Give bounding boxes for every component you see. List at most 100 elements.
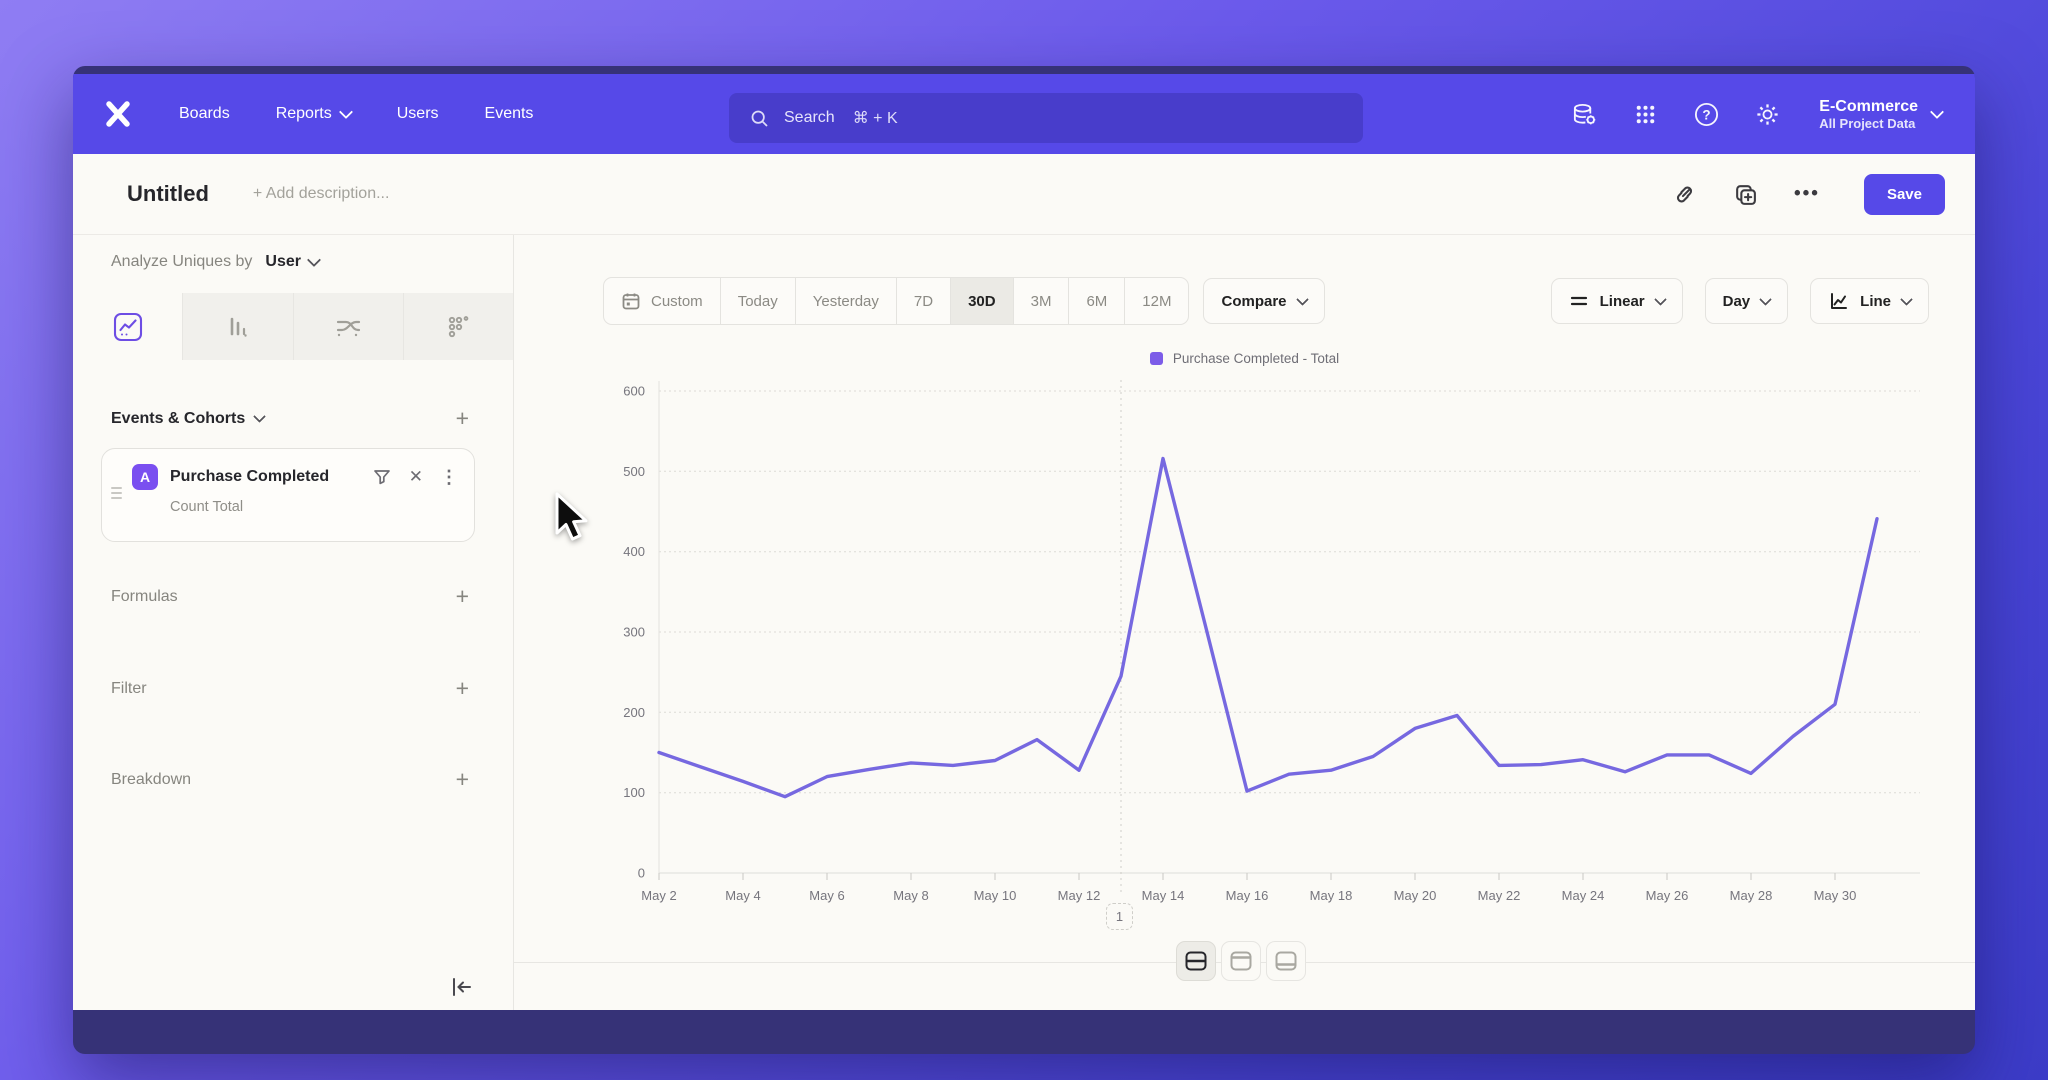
svg-text:May 14: May 14 — [1142, 888, 1185, 903]
project-name: E-Commerce — [1819, 97, 1918, 116]
svg-text:200: 200 — [623, 705, 645, 720]
duplicate-icon[interactable] — [1733, 182, 1758, 207]
project-switcher[interactable]: E-Commerce All Project Data — [1819, 97, 1942, 132]
navbar-right: ? E-Commerce All Project Data — [1571, 97, 1942, 132]
events-cohorts-label: Events & Cohorts — [111, 410, 245, 428]
apps-grid-icon[interactable] — [1632, 101, 1659, 128]
chevron-down-icon — [1930, 105, 1944, 119]
chart-type-button[interactable]: Line — [1810, 278, 1929, 324]
date-range-group: Custom Today Yesterday7D 30D 3M 6M 12M — [603, 277, 1189, 325]
range-label: Today — [738, 293, 778, 310]
range-12m[interactable]: 12M — [1125, 278, 1188, 324]
report-titlebar: Untitled + Add description... ••• — [73, 154, 1975, 235]
bar-chart-tab-icon — [222, 311, 254, 343]
chevron-down-icon — [307, 253, 321, 267]
chevron-down-icon — [1296, 293, 1309, 306]
search-shortcut: ⌘ + K — [853, 108, 898, 128]
remove-event-icon[interactable]: ✕ — [409, 467, 423, 487]
purchases-line-chart[interactable]: 0100200300400500600May 2May 4May 6May 8M… — [514, 340, 1973, 940]
nav-item-boards[interactable]: Boards — [179, 105, 230, 123]
tab-line-chart[interactable] — [73, 293, 183, 360]
svg-text:May 30: May 30 — [1814, 888, 1857, 903]
mixpanel-logo-icon[interactable] — [101, 97, 135, 131]
tab-scatter[interactable] — [404, 293, 513, 360]
range-label: Custom — [651, 293, 703, 310]
nav-item-users[interactable]: Users — [397, 105, 439, 123]
collapse-sidebar-button[interactable] — [449, 975, 475, 999]
range-yesterday[interactable]: Yesterday — [796, 278, 897, 324]
section-filter: Filter + — [111, 677, 469, 700]
svg-text:May 10: May 10 — [974, 888, 1017, 903]
svg-text:May 24: May 24 — [1562, 888, 1605, 903]
more-options-icon[interactable]: ••• — [1794, 183, 1820, 205]
chevron-down-icon — [339, 105, 353, 119]
nav-item-events[interactable]: Events — [485, 105, 534, 123]
search-placeholder: Search — [784, 109, 835, 127]
line-chart-tab-icon — [112, 311, 144, 343]
annotation-badge[interactable]: 1 — [1106, 903, 1133, 930]
chart-type-label: Line — [1860, 293, 1891, 310]
layout-split-icon — [1185, 951, 1207, 971]
add-formulas-button[interactable]: + — [456, 585, 469, 608]
save-button[interactable]: Save — [1864, 174, 1945, 215]
kebab-menu-icon[interactable]: ⋮ — [440, 467, 458, 488]
svg-text:?: ? — [1703, 107, 1711, 122]
section-label: Filter — [111, 680, 147, 698]
search-icon — [749, 108, 770, 129]
svg-text:May 2: May 2 — [641, 888, 676, 903]
range-3m[interactable]: 3M — [1014, 278, 1070, 324]
flow-tab-icon — [331, 311, 365, 343]
event-metric[interactable]: Count Total — [170, 499, 458, 515]
svg-text:May 12: May 12 — [1058, 888, 1101, 903]
range-label: 30D — [968, 293, 996, 310]
event-name[interactable]: Purchase Completed — [170, 468, 329, 486]
search-input[interactable]: Search ⌘ + K — [729, 93, 1363, 143]
settings-gear-icon[interactable] — [1754, 101, 1781, 128]
range-7d[interactable]: 7D — [897, 278, 951, 324]
project-subtitle: All Project Data — [1819, 116, 1918, 132]
svg-text:May 4: May 4 — [725, 888, 760, 903]
layout-split-button[interactable] — [1176, 941, 1216, 981]
svg-text:500: 500 — [623, 464, 645, 479]
event-card[interactable]: A Purchase Completed ✕ ⋮ Count Total — [101, 448, 475, 542]
filter-icon[interactable] — [372, 467, 392, 487]
events-cohorts-header: Events & Cohorts + — [111, 407, 469, 430]
analyze-by-dropdown[interactable]: User — [265, 253, 319, 271]
range-custom[interactable]: Custom — [604, 278, 721, 324]
add-description-field[interactable]: + Add description... — [253, 185, 390, 203]
svg-text:May 16: May 16 — [1226, 888, 1269, 903]
interval-button[interactable]: Day — [1705, 278, 1789, 324]
nav-item-label: Events — [485, 105, 534, 123]
add-filter-button[interactable]: + — [456, 677, 469, 700]
range-label: 12M — [1142, 293, 1171, 310]
link-icon[interactable] — [1672, 182, 1697, 207]
compare-label: Compare — [1221, 293, 1286, 310]
add-breakdown-button[interactable]: + — [456, 768, 469, 791]
calendar-icon — [621, 291, 641, 311]
scale-label: Linear — [1600, 293, 1645, 310]
nav-item-label: Boards — [179, 105, 230, 123]
tab-bar-chart[interactable] — [183, 293, 293, 360]
help-icon[interactable]: ? — [1693, 101, 1720, 128]
svg-text:600: 600 — [623, 384, 645, 399]
layout-bottom-button[interactable] — [1266, 941, 1306, 981]
visualization-tabs — [73, 293, 513, 360]
svg-text:May 8: May 8 — [893, 888, 928, 903]
compare-button[interactable]: Compare — [1203, 278, 1324, 324]
section-label: Breakdown — [111, 771, 191, 789]
add-event-button[interactable]: + — [456, 407, 469, 430]
report-title[interactable]: Untitled — [127, 181, 209, 207]
range-label: 6M — [1086, 293, 1107, 310]
analyze-by-row: Analyze Uniques by User — [111, 253, 319, 271]
layout-top-button[interactable] — [1221, 941, 1261, 981]
range-30d[interactable]: 30D — [951, 278, 1014, 324]
line-chart-icon — [1828, 291, 1849, 311]
range-today[interactable]: Today — [721, 278, 796, 324]
data-connections-icon[interactable] — [1571, 101, 1598, 128]
layout-top-icon — [1230, 951, 1252, 971]
tab-flow[interactable] — [294, 293, 404, 360]
range-6m[interactable]: 6M — [1069, 278, 1125, 324]
drag-handle-icon[interactable] — [111, 487, 122, 499]
scale-button[interactable]: Linear — [1551, 278, 1683, 324]
nav-item-reports[interactable]: Reports — [276, 105, 351, 123]
